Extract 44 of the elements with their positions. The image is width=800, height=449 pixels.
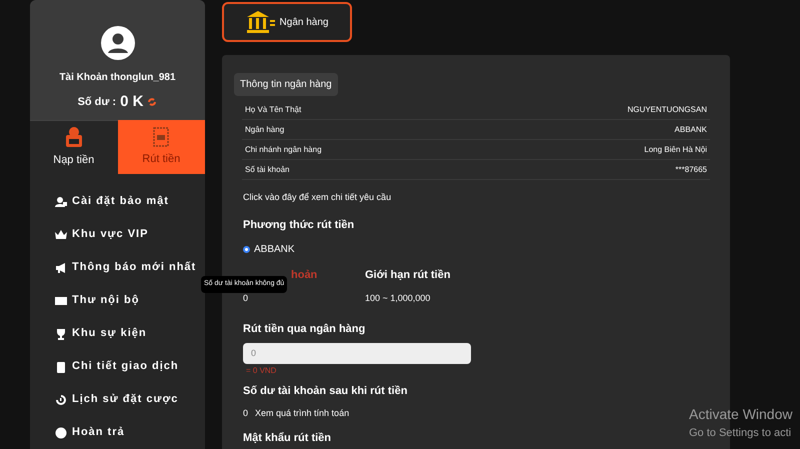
activation-notice-text: Go to Settings to acti bbox=[689, 426, 792, 441]
radio-option[interactable]: ABBANK bbox=[243, 242, 718, 257]
after-balance-label: Số dư tài khoản sau khi rút tiền bbox=[243, 384, 408, 399]
limit-heading: Giới hạn rút tiền bbox=[365, 268, 450, 283]
after-balance-value: 0 bbox=[243, 406, 248, 420]
menu-item[interactable]: Khu sự kiện bbox=[30, 317, 205, 350]
bank-icon bbox=[246, 11, 276, 33]
balance-value: 0 K bbox=[120, 92, 144, 112]
balance-label: Số dư : bbox=[78, 95, 116, 110]
crown-icon bbox=[55, 228, 67, 240]
account-name: Tài Khoản thonglun_981 bbox=[59, 71, 176, 85]
bank-method-tab[interactable]: Ngân hàng bbox=[222, 2, 352, 42]
limit-range: 100 ~ 1,000,000 bbox=[365, 292, 432, 304]
row-value: ***87665 bbox=[675, 164, 707, 176]
menu-item[interactable]: Khu vực VIP bbox=[30, 218, 205, 251]
calculation-link[interactable]: Xem quá trình tính toán bbox=[255, 406, 350, 420]
row-value: ABBANK bbox=[674, 124, 707, 136]
row-label: Họ Và Tên Thật bbox=[245, 104, 302, 116]
section-title: Thông tin ngân hàng bbox=[234, 73, 338, 96]
balance-heading: hoản bbox=[291, 268, 318, 283]
row-value: Long Biên Hà Nội bbox=[644, 144, 707, 156]
megaphone-icon bbox=[55, 262, 67, 274]
menu-item[interactable]: Cài đặt bảo mật bbox=[30, 185, 205, 218]
row-label: Số tài khoản bbox=[245, 164, 290, 176]
vnd-hint: = 0 VND bbox=[246, 365, 278, 377]
section-label: Phương thức rút tiền bbox=[243, 218, 356, 232]
balance-amount: 0 bbox=[243, 292, 250, 304]
activation-notice-title: Activate Window bbox=[689, 405, 792, 424]
row-label: Ngân hàng bbox=[245, 124, 284, 136]
menu-item[interactable]: Hoàn trả bbox=[30, 416, 205, 449]
safe-icon bbox=[153, 126, 170, 147]
row-value: NGUYENTUONGSAN bbox=[627, 104, 707, 116]
amount-label: Rút tiền qua ngân hàng bbox=[243, 322, 366, 337]
trophy-icon bbox=[55, 328, 67, 340]
row-label: Chi nhánh ngân hàng bbox=[245, 144, 322, 156]
refresh-icon[interactable] bbox=[147, 97, 158, 108]
menu-item[interactable]: Chi tiết giao dịch bbox=[30, 350, 205, 383]
amount-field[interactable]: 0 bbox=[243, 342, 471, 364]
password-label: Mật khẩu rút tiền bbox=[243, 431, 332, 446]
user-lock-icon bbox=[55, 196, 67, 208]
detail-link[interactable]: Click vào đây để xem chi tiết yêu cầu bbox=[243, 191, 718, 204]
menu-item[interactable]: Lịch sử đặt cược bbox=[30, 383, 205, 416]
history-icon bbox=[55, 394, 67, 406]
avatar-icon bbox=[100, 26, 134, 60]
